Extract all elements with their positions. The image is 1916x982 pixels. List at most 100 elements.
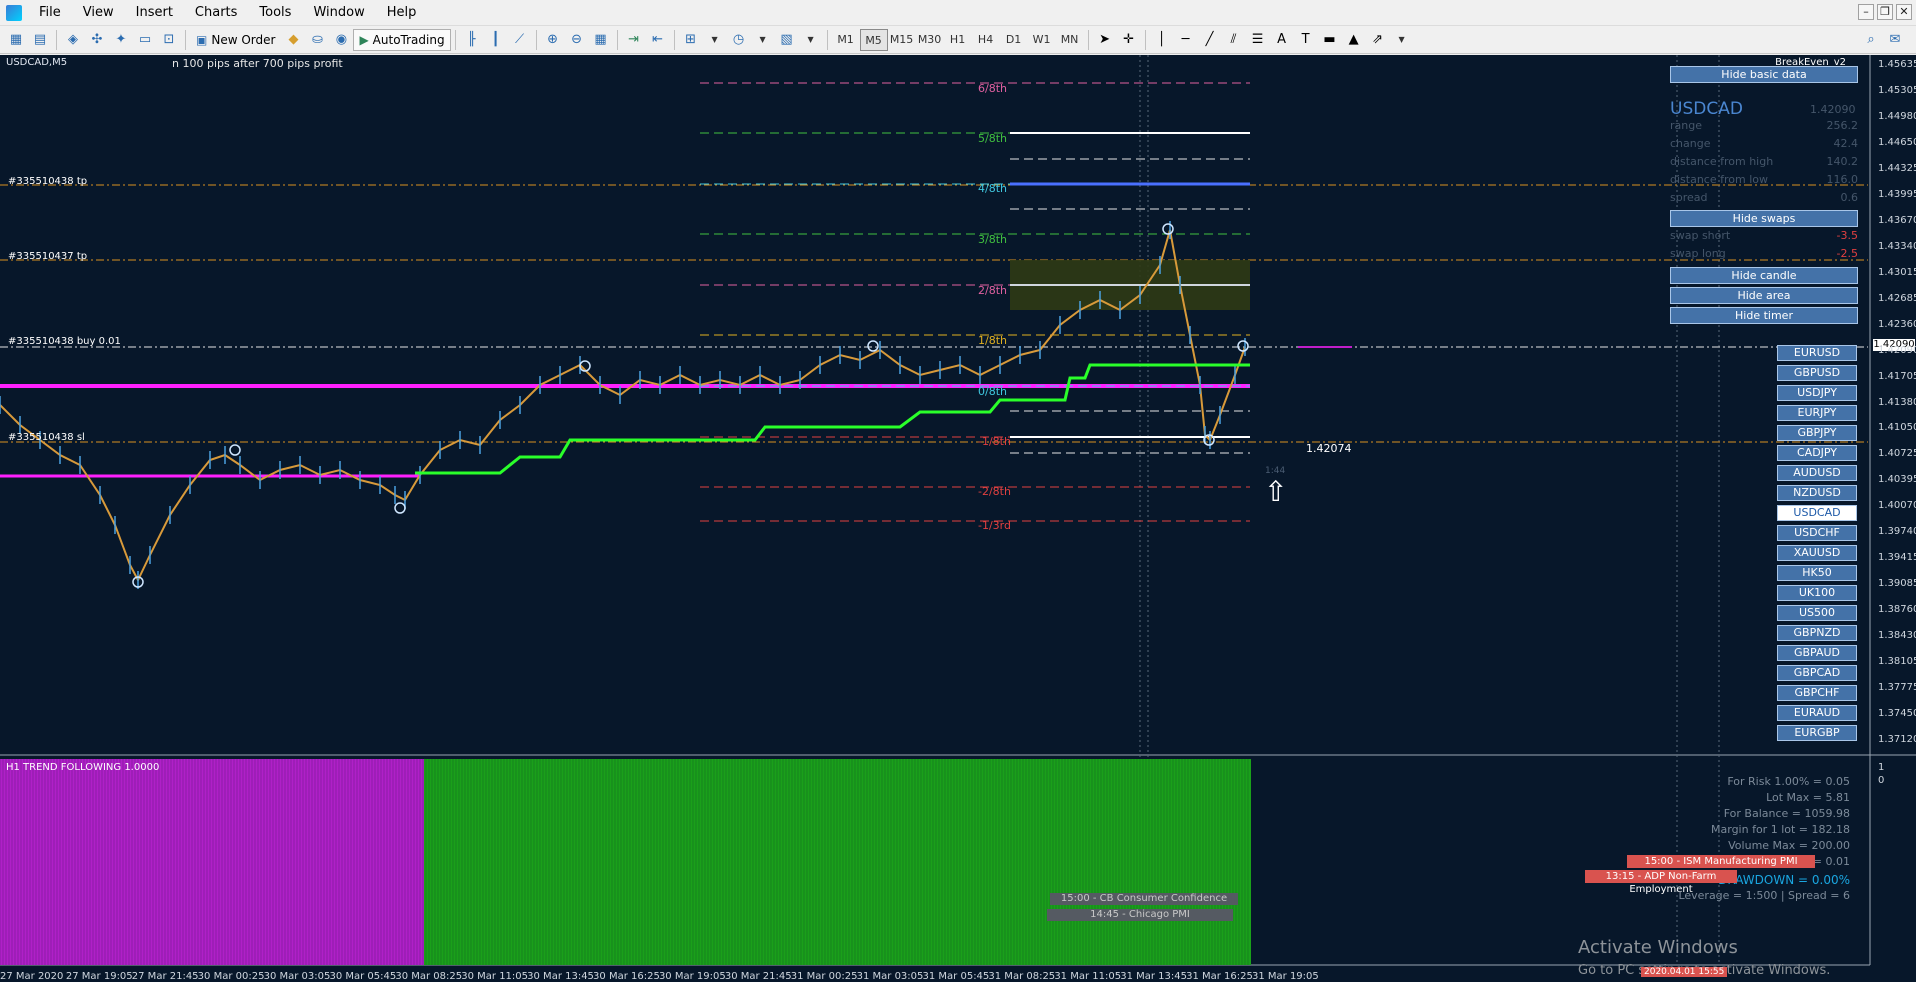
- dropdown-arrow-icon[interactable]: ▼: [1391, 29, 1413, 51]
- market-icon[interactable]: ◉: [330, 29, 352, 51]
- symbol-button-nzdusd[interactable]: NZDUSD: [1777, 485, 1857, 501]
- chart-shift-icon[interactable]: ⇤: [647, 29, 669, 51]
- timeframe-h4[interactable]: H4: [972, 29, 1000, 51]
- zoom-in-icon[interactable]: ⊕: [542, 29, 564, 51]
- timeframe-m5[interactable]: M5: [859, 28, 888, 51]
- symbol-button-gbpchf[interactable]: GBPCHF: [1777, 685, 1857, 701]
- autotrading-button[interactable]: ▶ AutoTrading: [353, 28, 451, 51]
- menu-window[interactable]: Window: [302, 0, 375, 26]
- symbol-button-us500[interactable]: US500: [1777, 605, 1857, 621]
- menu-help[interactable]: Help: [376, 0, 428, 26]
- channel-icon[interactable]: ⫽: [1223, 29, 1245, 51]
- timeframe-m1[interactable]: M1: [832, 29, 860, 51]
- menu-view[interactable]: View: [72, 0, 125, 26]
- dropdown-arrow-icon[interactable]: ▼: [800, 29, 822, 51]
- info-row-label: swap long: [1670, 247, 1726, 260]
- info-row-range: range 256.2: [1670, 119, 1858, 137]
- hide-area-button[interactable]: Hide area: [1670, 287, 1858, 304]
- bar-chart-icon[interactable]: ╟: [461, 29, 483, 51]
- timeframe-d1[interactable]: D1: [1000, 29, 1028, 51]
- fib-level-label: -2/8th: [978, 485, 1011, 498]
- hide-timer-button[interactable]: Hide timer: [1670, 307, 1858, 324]
- symbol-button-eurusd[interactable]: EURUSD: [1777, 345, 1857, 361]
- hide-basic-data-button[interactable]: Hide basic data: [1670, 66, 1858, 83]
- trendline-icon[interactable]: ╱: [1199, 29, 1221, 51]
- timeframe-mn[interactable]: MN: [1056, 29, 1084, 51]
- dropdown-arrow-icon[interactable]: ▼: [704, 29, 726, 51]
- symbol-button-eurjpy[interactable]: EURJPY: [1777, 405, 1857, 421]
- symbol-button-uk100[interactable]: UK100: [1777, 585, 1857, 601]
- chart-window[interactable]: USDCAD,M5 n 100 pips after 700 pips prof…: [0, 55, 1916, 982]
- news-adp-employment: 13:15 - ADP Non-Farm Employment: [1585, 870, 1737, 895]
- candlestick-icon[interactable]: ┃: [485, 29, 507, 51]
- vertical-line-icon[interactable]: │: [1151, 29, 1173, 51]
- time-axis-label: 31 Mar 13:45: [1120, 971, 1187, 982]
- text-icon[interactable]: A: [1271, 29, 1293, 51]
- info-row-label: distance from low: [1670, 173, 1768, 186]
- symbol-button-gbpjpy[interactable]: GBPJPY: [1777, 425, 1857, 441]
- text-label-icon[interactable]: T: [1295, 29, 1317, 51]
- rectangle-label-icon[interactable]: ▬: [1319, 29, 1341, 51]
- data-window-icon[interactable]: ✣: [86, 29, 108, 51]
- triangle-icon[interactable]: ▲: [1343, 29, 1365, 51]
- crosshair-icon[interactable]: ✛: [1118, 29, 1140, 51]
- chart-symbol-label: USDCAD,M5: [6, 57, 68, 68]
- arrows-icon[interactable]: ⇗: [1367, 29, 1389, 51]
- chat-icon[interactable]: ✉: [1884, 29, 1906, 51]
- symbol-button-gbpaud[interactable]: GBPAUD: [1777, 645, 1857, 661]
- toolbar-divider: [826, 29, 828, 50]
- timeframe-w1[interactable]: W1: [1028, 29, 1056, 51]
- dropdown-arrow-icon[interactable]: ▼: [752, 29, 774, 51]
- periods-icon[interactable]: ◷: [728, 29, 750, 51]
- symbol-button-usdcad[interactable]: USDCAD: [1777, 505, 1857, 521]
- menu-charts[interactable]: Charts: [184, 0, 249, 26]
- symbol-button-gbpnzd[interactable]: GBPNZD: [1777, 625, 1857, 641]
- symbol-button-usdchf[interactable]: USDCHF: [1777, 525, 1857, 541]
- timeframe-m15[interactable]: M15: [888, 29, 916, 51]
- info-row-spread: spread 0.6: [1670, 191, 1858, 209]
- search-icon[interactable]: ⌕: [1860, 29, 1882, 51]
- symbol-button-cadjpy[interactable]: CADJPY: [1777, 445, 1857, 461]
- symbol-button-audusd[interactable]: AUDUSD: [1777, 465, 1857, 481]
- menu-tools[interactable]: Tools: [248, 0, 302, 26]
- cursor-icon[interactable]: ➤: [1094, 29, 1116, 51]
- menu-insert[interactable]: Insert: [125, 0, 184, 26]
- auto-scroll-icon[interactable]: ⇥: [623, 29, 645, 51]
- menu-file[interactable]: File: [28, 0, 72, 26]
- close-icon[interactable]: ✕: [1896, 4, 1912, 20]
- hide-candle-button[interactable]: Hide candle: [1670, 267, 1858, 284]
- terminal-icon[interactable]: ▭: [134, 29, 156, 51]
- new-order-icon: ▣: [196, 32, 208, 47]
- indicators-icon[interactable]: ⊞: [680, 29, 702, 51]
- symbol-button-euraud[interactable]: EURAUD: [1777, 705, 1857, 721]
- new-chart-icon[interactable]: ▦: [5, 29, 27, 51]
- strategy-tester-icon[interactable]: ⊡: [158, 29, 180, 51]
- line-chart-icon[interactable]: ⟋: [509, 29, 531, 51]
- templates-icon[interactable]: ▧: [776, 29, 798, 51]
- timeframe-h1[interactable]: H1: [944, 29, 972, 51]
- horizontal-line-icon[interactable]: ─: [1175, 29, 1197, 51]
- symbol-button-usdjpy[interactable]: USDJPY: [1777, 385, 1857, 401]
- new-order-button[interactable]: ▣ New Order: [190, 29, 281, 51]
- zoom-out-icon[interactable]: ⊖: [566, 29, 588, 51]
- navigator-icon[interactable]: ✦: [110, 29, 132, 51]
- symbol-button-hk50[interactable]: HK50: [1777, 565, 1857, 581]
- symbol-button-xauusd[interactable]: XAUUSD: [1777, 545, 1857, 561]
- time-axis-label: 31 Mar 19:05: [1252, 971, 1319, 982]
- price-chart-canvas[interactable]: [0, 55, 1916, 982]
- metaeditor-icon[interactable]: ◆: [282, 29, 304, 51]
- symbol-button-eurgbp[interactable]: EURGBP: [1777, 725, 1857, 741]
- profiles-icon[interactable]: ▤: [29, 29, 51, 51]
- market-watch-icon[interactable]: ◈: [62, 29, 84, 51]
- hide-swaps-button[interactable]: Hide swaps: [1670, 210, 1858, 227]
- minimize-icon[interactable]: –: [1858, 4, 1874, 20]
- signals-icon[interactable]: ⛀: [306, 29, 328, 51]
- timeframe-m30[interactable]: M30: [916, 29, 944, 51]
- fibonacci-icon[interactable]: ☰: [1247, 29, 1269, 51]
- price-axis-label: 1.39415: [1878, 552, 1916, 564]
- activate-windows-title: Activate Windows: [1578, 937, 1738, 958]
- tile-windows-icon[interactable]: ▦: [590, 29, 612, 51]
- restore-icon[interactable]: ❐: [1877, 4, 1893, 20]
- symbol-button-gbpcad[interactable]: GBPCAD: [1777, 665, 1857, 681]
- symbol-button-gbpusd[interactable]: GBPUSD: [1777, 365, 1857, 381]
